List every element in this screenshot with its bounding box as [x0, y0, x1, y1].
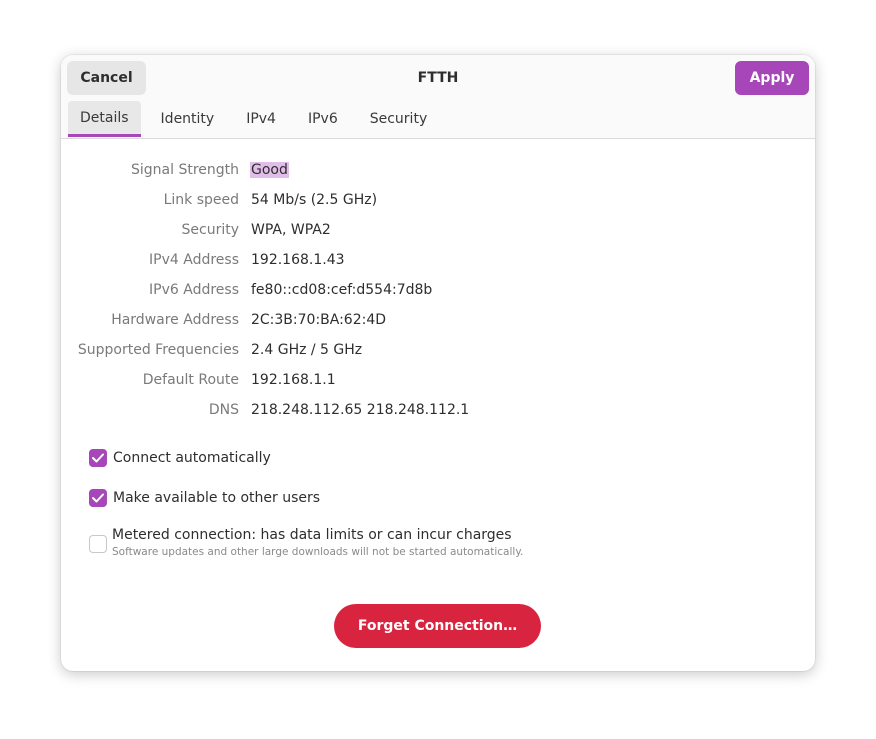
tab-security[interactable]: Security	[358, 101, 440, 136]
detail-label: IPv6 Address	[149, 282, 239, 298]
dialog-title: FTTH	[417, 70, 459, 86]
detail-value: 218.248.112.65 218.248.112.1	[251, 402, 470, 418]
metered-connection-checkbox[interactable]	[89, 535, 107, 553]
detail-value: 192.168.1.1	[251, 372, 336, 388]
detail-value: 192.168.1.43	[251, 252, 345, 268]
detail-value: fe80::cd08:cef:d554:7d8b	[251, 282, 433, 298]
details-list: Signal Strength Good Link speed 54 Mb/s …	[61, 156, 815, 426]
connect-automatically-checkbox[interactable]	[89, 449, 107, 467]
connect-automatically-label: Connect automatically	[113, 450, 271, 466]
detail-row-ipv6-address: IPv6 Address fe80::cd08:cef:d554:7d8b	[61, 276, 815, 306]
detail-row-hardware-address: Hardware Address 2C:3B:70:BA:62:4D	[61, 306, 815, 336]
detail-label: IPv4 Address	[149, 252, 239, 268]
checkmark-icon	[92, 453, 104, 463]
detail-label: Link speed	[163, 192, 239, 208]
detail-value: 2.4 GHz / 5 GHz	[251, 342, 363, 358]
detail-label: Supported Frequencies	[77, 342, 239, 358]
detail-value: 54 Mb/s (2.5 GHz)	[251, 192, 378, 208]
detail-value: 2C:3B:70:BA:62:4D	[251, 312, 387, 328]
detail-row-signal-strength: Signal Strength Good	[61, 156, 815, 186]
detail-row-security: Security WPA, WPA2	[61, 216, 815, 246]
detail-row-default-route: Default Route 192.168.1.1	[61, 366, 815, 396]
detail-label: Hardware Address	[111, 312, 239, 328]
detail-label: Security	[181, 222, 240, 238]
tab-identity[interactable]: Identity	[149, 101, 227, 136]
available-to-others-label: Make available to other users	[113, 490, 321, 506]
forget-connection-button[interactable]: Forget Connection…	[334, 604, 541, 648]
detail-row-dns: DNS 218.248.112.65 218.248.112.1	[61, 396, 815, 426]
tab-bar: Details Identity IPv4 IPv6 Security	[68, 101, 447, 138]
detail-label: DNS	[208, 402, 239, 418]
detail-row-supported-frequencies: Supported Frequencies 2.4 GHz / 5 GHz	[61, 336, 815, 366]
detail-row-ipv4-address: IPv4 Address 192.168.1.43	[61, 246, 815, 276]
detail-value: Good	[250, 162, 289, 178]
checkmark-icon	[92, 493, 104, 503]
metered-connection-sublabel: Software updates and other large downloa…	[112, 546, 524, 558]
tab-ipv4[interactable]: IPv4	[234, 101, 288, 136]
dialog-header: FTTH Cancel Apply Details Identity IPv4 …	[61, 55, 815, 139]
connect-automatically-option[interactable]: Connect automatically	[89, 449, 271, 467]
metered-connection-label: Metered connection: has data limits or c…	[112, 527, 512, 543]
cancel-button[interactable]: Cancel	[67, 61, 146, 95]
tab-ipv6[interactable]: IPv6	[296, 101, 350, 136]
detail-value: WPA, WPA2	[251, 222, 331, 238]
available-to-others-option[interactable]: Make available to other users	[89, 489, 320, 507]
available-to-others-checkbox[interactable]	[89, 489, 107, 507]
connection-dialog: FTTH Cancel Apply Details Identity IPv4 …	[61, 55, 815, 671]
detail-row-link-speed: Link speed 54 Mb/s (2.5 GHz)	[61, 186, 815, 216]
detail-label: Signal Strength	[130, 162, 239, 178]
tab-details[interactable]: Details	[68, 101, 141, 137]
apply-button[interactable]: Apply	[735, 61, 809, 95]
detail-label: Default Route	[142, 372, 239, 388]
